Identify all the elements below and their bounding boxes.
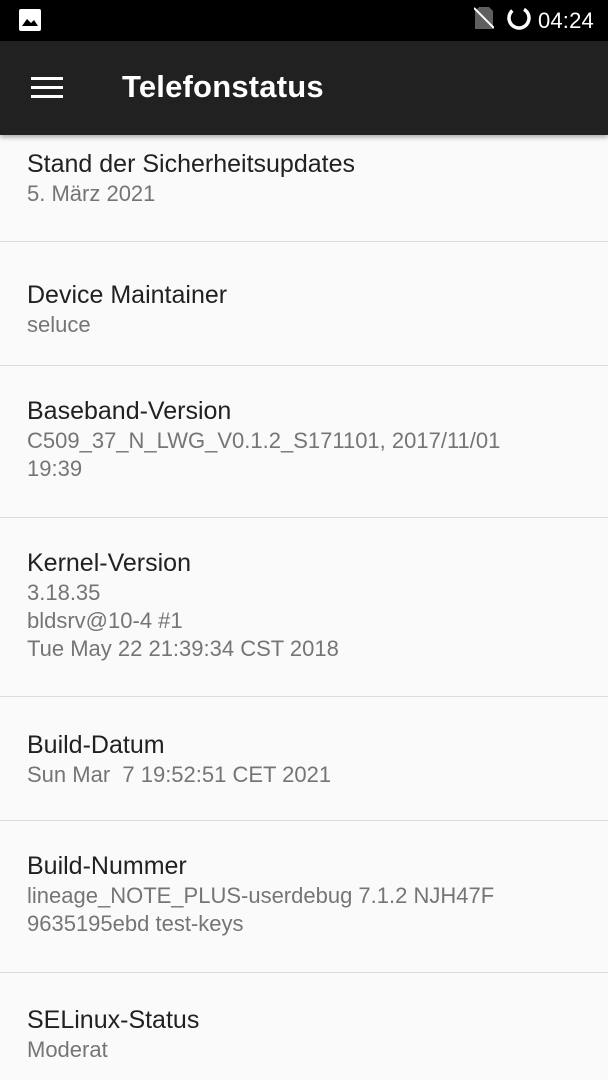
list-item-device-maintainer[interactable]: Device Maintainer seluce <box>0 242 608 366</box>
list-item-baseband-version[interactable]: Baseband-Version C509_37_N_LWG_V0.1.2_S1… <box>0 366 608 518</box>
list-item-security-patch[interactable]: Stand der Sicherheitsupdates 5. März 202… <box>0 135 608 242</box>
image-notification-icon <box>19 9 41 31</box>
item-summary: seluce <box>27 312 91 337</box>
list-item-selinux-status[interactable]: SELinux-Status Moderat <box>0 973 608 1080</box>
list-item-build-number[interactable]: Build-Nummer lineage_NOTE_PLUS-userdebug… <box>0 821 608 973</box>
item-summary: lineage_NOTE_PLUS-userdebug 7.1.2 NJH47F… <box>27 883 495 936</box>
menu-button[interactable] <box>20 65 76 113</box>
status-list[interactable]: Stand der Sicherheitsupdates 5. März 202… <box>0 135 608 1080</box>
item-summary: Sun Mar 7 19:52:51 CET 2021 <box>27 762 332 787</box>
status-bar-right: 04:24 <box>473 0 594 41</box>
item-title: Build-Datum <box>27 731 165 759</box>
sync-loading-icon <box>506 5 532 36</box>
no-sim-icon <box>473 6 495 35</box>
list-item-kernel-version[interactable]: Kernel-Version 3.18.35 bldsrv@10-4 #1 Tu… <box>0 518 608 697</box>
item-summary: C509_37_N_LWG_V0.1.2_S171101, 2017/11/01… <box>27 428 501 481</box>
status-bar: 04:24 <box>0 0 608 41</box>
item-title: Device Maintainer <box>27 281 228 309</box>
item-title: SELinux-Status <box>27 1006 200 1034</box>
hamburger-menu-icon <box>31 77 63 98</box>
item-title: Kernel-Version <box>27 549 191 577</box>
item-title: Build-Nummer <box>27 852 187 880</box>
item-title: Baseband-Version <box>27 397 232 425</box>
status-time: 04:24 <box>537 7 594 33</box>
item-summary: 3.18.35 bldsrv@10-4 #1 Tue May 22 21:39:… <box>27 580 339 661</box>
app-toolbar: Telefonstatus <box>0 41 608 135</box>
item-summary: 5. März 2021 <box>27 181 156 206</box>
list-item-build-date[interactable]: Build-Datum Sun Mar 7 19:52:51 CET 2021 <box>0 697 608 821</box>
item-title: Stand der Sicherheitsupdates <box>27 150 355 178</box>
item-summary: Moderat <box>27 1037 108 1062</box>
page-title: Telefonstatus <box>122 69 324 104</box>
